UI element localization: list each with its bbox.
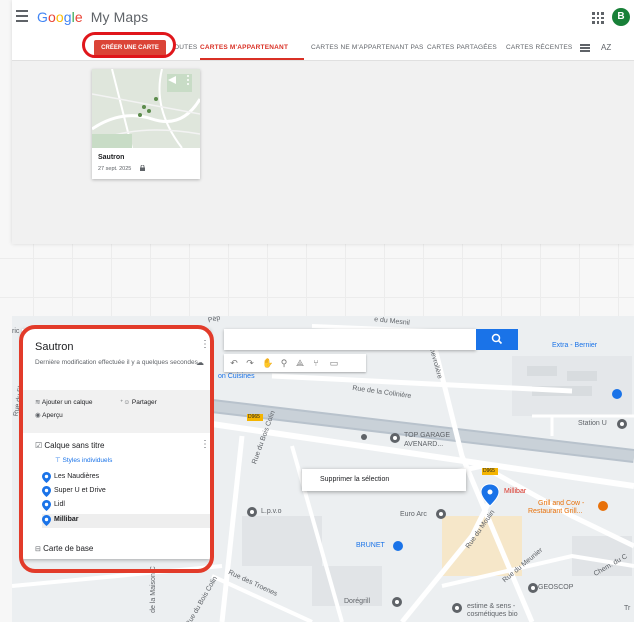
map-label-estime: estime & sens -	[467, 603, 516, 610]
map-label-ric: ric	[12, 328, 20, 335]
panel-highlight	[19, 325, 214, 573]
context-menu: Supprimer la sélection	[302, 469, 466, 491]
search-button[interactable]	[476, 329, 518, 350]
map-label-top-garage: TOP GARAGE	[404, 432, 451, 439]
map-label-d965-b: D965	[483, 468, 495, 474]
delete-selection-menu-item[interactable]: Supprimer la sélection	[320, 476, 389, 483]
map-toolbar: ↶ ↷ ✋ ⚲ ⟁ ⑂ ▭	[224, 354, 366, 372]
map-label-geoscop: GEOSCOP	[538, 584, 574, 591]
hand-icon[interactable]: ✋	[262, 357, 274, 369]
map-label-tr: Tr	[624, 605, 631, 612]
map-label-extra: Extra - Bernier	[552, 342, 598, 349]
menu-icon[interactable]	[16, 10, 30, 22]
card-date: 27 sept. 2025	[98, 166, 132, 172]
map-label-grill-2: Restaurant Grill...	[528, 508, 583, 515]
active-tab-indicator	[200, 58, 304, 60]
tab-shared[interactable]: CARTES PARTAGÉES	[427, 44, 497, 51]
map-card[interactable]: Sautron 27 sept. 2025	[92, 69, 200, 179]
map-search-input[interactable]	[224, 329, 476, 350]
draw-line-icon[interactable]: ⟁	[294, 357, 306, 369]
app-header: Google My Maps B	[12, 0, 634, 36]
apps-grid-icon[interactable]	[592, 12, 604, 24]
map-label-lpvo: L.p.v.o	[261, 508, 282, 515]
ruler-icon[interactable]: ▭	[328, 357, 340, 369]
map-label-brunet: BRUNET	[356, 542, 385, 549]
directions-icon[interactable]: ⑂	[310, 357, 322, 369]
undo-icon[interactable]: ↶	[228, 357, 240, 369]
create-button-highlight	[82, 32, 176, 58]
tab-recent[interactable]: CARTES RÉCENTES	[506, 44, 572, 51]
map-label-maison: de la Maison C	[149, 566, 157, 613]
app-logo[interactable]: Google My Maps	[37, 9, 148, 25]
map-label-grill: Grill and Cow -	[538, 500, 585, 507]
lock-icon	[140, 165, 145, 171]
tab-my-maps[interactable]: CARTES M'APPARTENANT	[200, 44, 288, 51]
sort-az-icon[interactable]: AZ	[601, 43, 611, 52]
avatar[interactable]: B	[612, 8, 630, 26]
map-label-estime-2: cosmétiques bio	[467, 611, 518, 618]
my-maps-window: Google My Maps B OUTES CARTES M'APPARTEN…	[12, 0, 634, 244]
map-label-d965-a: D965	[248, 414, 260, 420]
map-thumbnail	[92, 69, 200, 148]
map-label-cuisines: on Cuisines	[218, 373, 255, 380]
list-view-icon[interactable]	[580, 44, 590, 52]
app-name: My Maps	[90, 9, 149, 25]
map-label-millibar: Millibar	[504, 488, 527, 495]
map-label-doregrill: Dorégrill	[344, 598, 371, 605]
map-editor-window: Extra - Bernier on Cuisines Rue de la Co…	[12, 316, 634, 622]
card-title: Sautron	[98, 154, 125, 161]
map-label-avenard: AVENARD...	[404, 441, 444, 448]
map-label-station: Station U	[578, 420, 607, 427]
tab-not-mine[interactable]: CARTES NE M'APPARTENANT PAS	[311, 44, 424, 51]
marker-icon[interactable]: ⚲	[278, 357, 290, 369]
tab-all[interactable]: OUTES	[174, 44, 197, 51]
redo-icon[interactable]: ↷	[244, 357, 256, 369]
map-label-euro-arc: Euro Arc	[400, 511, 427, 518]
search-icon	[491, 333, 503, 345]
